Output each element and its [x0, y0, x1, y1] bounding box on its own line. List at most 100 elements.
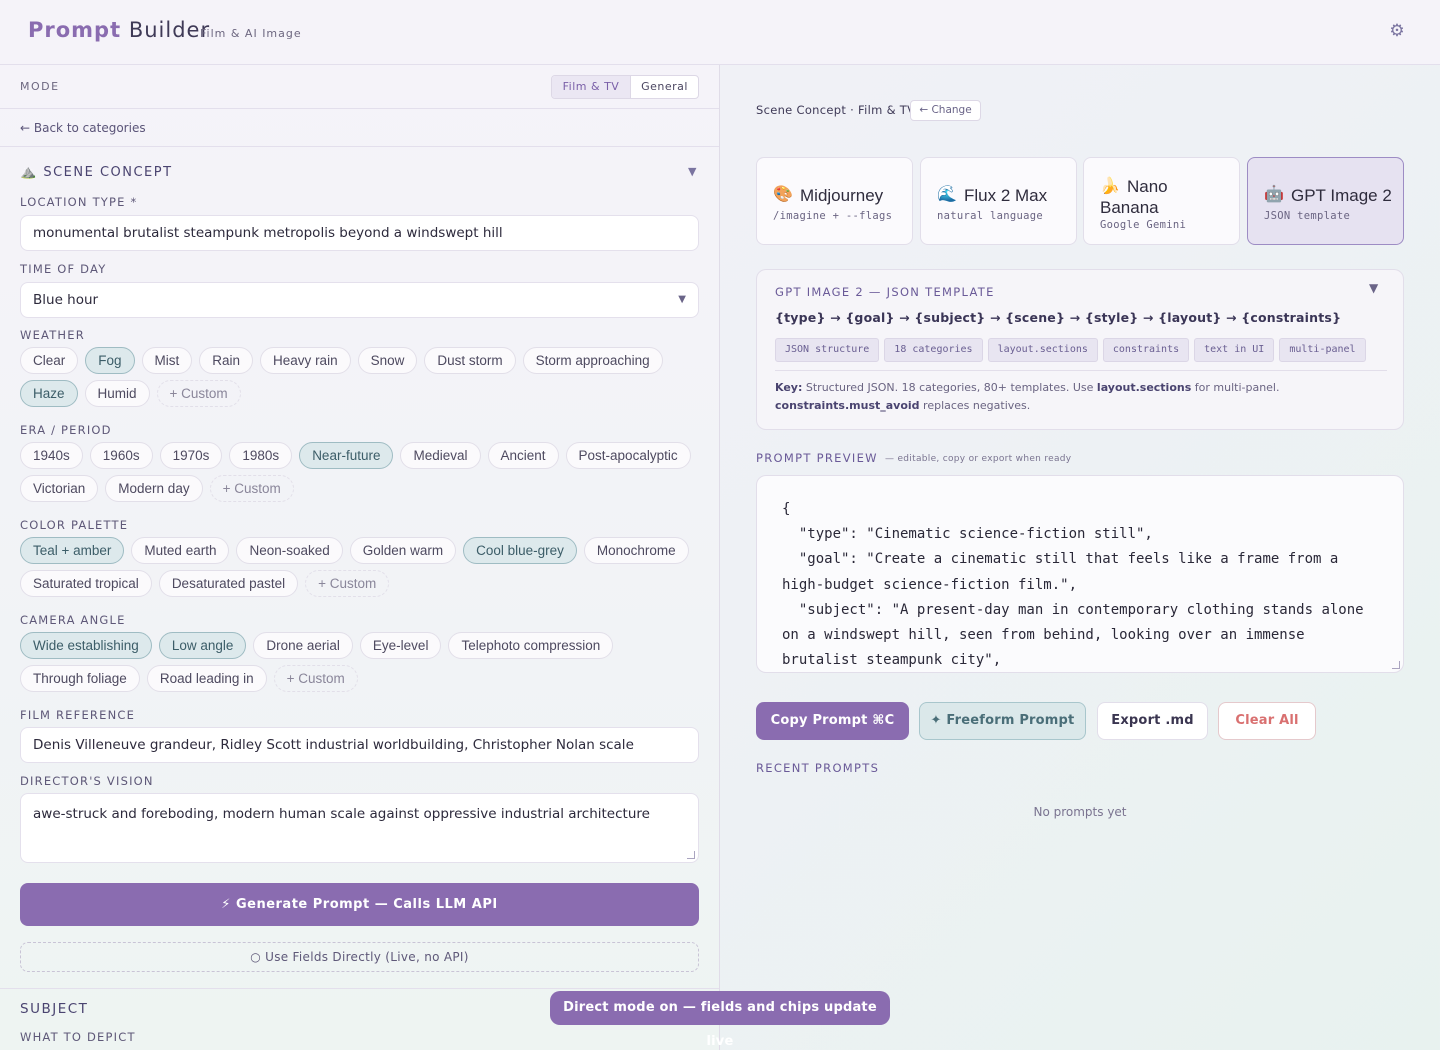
option-chip[interactable]: Modern day — [105, 475, 203, 502]
option-chip[interactable]: Victorian — [20, 475, 99, 502]
key-bold: layout.sections — [1096, 381, 1192, 394]
prompt-preview-label: PROMPT PREVIEW — [756, 451, 878, 465]
time-of-day-label: TIME OF DAY — [20, 262, 107, 276]
prompt-preview-textarea[interactable]: { "type": "Cinematic science-fiction sti… — [756, 475, 1404, 673]
export-md-button[interactable]: Export .md — [1097, 702, 1208, 740]
model-name: Flux 2 Max — [964, 186, 1048, 205]
option-chip[interactable]: Through foliage — [20, 665, 140, 692]
option-chip[interactable]: Mist — [141, 347, 193, 374]
key-text: replaces negatives. — [919, 399, 1031, 412]
mode-option-general[interactable]: General — [631, 76, 698, 98]
option-chip[interactable]: Post-apocalyptic — [565, 442, 691, 469]
model-subtitle: /imagine + --flags — [773, 210, 893, 222]
model-card-flux[interactable]: 🌊 Flux 2 Max natural language — [920, 157, 1077, 245]
option-chip[interactable]: Road leading in — [146, 665, 267, 692]
location-type-input[interactable]: monumental brutalist steampunk metropoli… — [20, 215, 699, 251]
template-chain: {type} → {goal} → {subject} → {scene} → … — [775, 310, 1342, 325]
back-row: ← Back to categories — [0, 109, 719, 147]
subject-section-title[interactable]: SUBJECT — [20, 1001, 88, 1017]
output-panel: Scene Concept · Film & TV ← Change 🎨 Mid… — [720, 65, 1440, 1050]
camera-angle-chips: Wide establishing Low angle Drone aerial Ey… — [20, 632, 700, 692]
option-chip[interactable]: 1940s — [20, 442, 83, 469]
option-chip[interactable]: Cool blue-grey — [463, 537, 577, 564]
change-category-button[interactable]: ← Change — [910, 100, 981, 121]
clear-all-button[interactable]: Clear All — [1218, 702, 1316, 740]
mode-option-film-tv[interactable]: Film & TV — [552, 76, 631, 98]
option-chip[interactable]: Haze — [20, 380, 78, 407]
option-chip[interactable]: Wide establishing — [20, 632, 152, 659]
prompt-preview-hint: — editable, copy or export when ready — [885, 454, 1072, 464]
option-chip[interactable]: 1980s — [229, 442, 293, 469]
breadcrumb: Scene Concept · Film & TV — [756, 103, 916, 117]
option-chip[interactable]: Storm approaching — [522, 347, 663, 374]
camera-angle-label: CAMERA ANGLE — [20, 613, 126, 627]
generate-prompt-button[interactable]: ⚡ Generate Prompt — Calls LLM API — [20, 883, 699, 926]
option-chip[interactable]: Neon-soaked — [236, 537, 343, 564]
key-text: for multi-panel. — [1191, 381, 1280, 394]
chevron-down-icon: ▼ — [678, 294, 686, 305]
resize-grip-icon[interactable] — [1392, 661, 1400, 669]
add-custom-chip[interactable]: + Custom — [305, 570, 390, 597]
option-chip[interactable]: Ancient — [487, 442, 559, 469]
recent-prompts-empty: No prompts yet — [1033, 805, 1127, 819]
time-of-day-select[interactable]: Blue hour ▼ — [20, 282, 699, 318]
collapse-caret-icon[interactable]: ▼ — [1369, 281, 1378, 295]
option-chip[interactable]: Saturated tropical — [20, 570, 152, 597]
gear-icon[interactable]: ⚙ — [1388, 22, 1406, 40]
freeform-prompt-button[interactable]: ✦ Freeform Prompt — [919, 702, 1086, 740]
directors-vision-textarea[interactable]: awe-struck and foreboding, modern human … — [20, 793, 699, 863]
app-title-part1: Prompt — [28, 18, 122, 42]
option-chip[interactable]: Drone aerial — [253, 632, 353, 659]
section-divider — [0, 988, 719, 989]
option-chip[interactable]: Near-future — [299, 442, 394, 469]
option-chip[interactable]: Muted earth — [131, 537, 230, 564]
option-chip[interactable]: 1960s — [89, 442, 153, 469]
option-chip[interactable]: Dust storm — [424, 347, 516, 374]
option-chip[interactable]: Low angle — [158, 632, 247, 659]
option-chip[interactable]: Clear — [20, 347, 79, 374]
option-chip[interactable]: Humid — [84, 380, 150, 407]
option-chip[interactable]: Rain — [199, 347, 254, 374]
era-label: ERA / PERIOD — [20, 423, 112, 437]
option-chip[interactable]: Teal + amber — [20, 537, 125, 564]
collapse-caret-icon[interactable]: ▼ — [688, 165, 696, 178]
add-custom-chip[interactable]: + Custom — [156, 380, 241, 407]
model-name: Midjourney — [800, 186, 884, 205]
option-chip[interactable]: Heavy rain — [260, 347, 351, 374]
option-chip[interactable]: 1970s — [159, 442, 223, 469]
option-chip[interactable]: Monochrome — [583, 537, 689, 564]
option-chip[interactable]: Snow — [357, 347, 418, 374]
location-type-label: LOCATION TYPE * — [20, 195, 138, 209]
template-tag: layout.sections — [987, 338, 1098, 362]
option-chip[interactable]: Desaturated pastel — [158, 570, 299, 597]
model-subtitle: Google Gemini — [1100, 219, 1187, 231]
model-card-nano-banana[interactable]: 🍌 Nano Banana Google Gemini — [1083, 157, 1240, 245]
add-custom-chip[interactable]: + Custom — [209, 475, 294, 502]
directors-vision-value: awe-struck and foreboding, modern human … — [33, 806, 650, 822]
resize-grip-icon[interactable] — [687, 851, 695, 859]
option-chip[interactable]: Eye-level — [359, 632, 442, 659]
option-chip[interactable]: Fog — [85, 347, 135, 374]
use-fields-directly-button[interactable]: ○ Use Fields Directly (Live, no API) — [20, 942, 699, 972]
mode-label: MODE — [20, 80, 60, 93]
option-chip[interactable]: Golden warm — [349, 537, 457, 564]
status-toast: Direct mode on — fields and chips update… — [550, 991, 890, 1049]
section-title[interactable]: ⛰️ SCENE CONCEPT — [20, 165, 173, 180]
copy-prompt-button[interactable]: Copy Prompt ⌘C — [756, 702, 909, 740]
recent-prompts-label: RECENT PROMPTS — [756, 761, 880, 775]
back-to-categories-link[interactable]: ← Back to categories — [20, 121, 146, 135]
option-chip[interactable]: Telephoto compression — [448, 632, 614, 659]
model-card-gpt-image[interactable]: 🤖 GPT Image 2 JSON template — [1247, 157, 1404, 245]
film-reference-input[interactable]: Denis Villeneuve grandeur, Ridley Scott … — [20, 727, 699, 763]
app-title-part2: Builder — [128, 18, 211, 42]
model-card-midjourney[interactable]: 🎨 Midjourney /imagine + --flags — [756, 157, 913, 245]
template-key-note: Key: Structured JSON. 18 categories, 80+… — [775, 379, 1375, 415]
template-tag: JSON structure — [775, 338, 880, 362]
key-bold: constraints.must_avoid — [775, 399, 920, 412]
app-title: Prompt Builder — [28, 18, 210, 42]
divider — [775, 370, 1387, 371]
model-selector: 🎨 Midjourney /imagine + --flags 🌊 Flux 2… — [756, 157, 1404, 245]
add-custom-chip[interactable]: + Custom — [273, 665, 358, 692]
option-chip[interactable]: Medieval — [400, 442, 481, 469]
model-subtitle: JSON template — [1264, 210, 1351, 222]
